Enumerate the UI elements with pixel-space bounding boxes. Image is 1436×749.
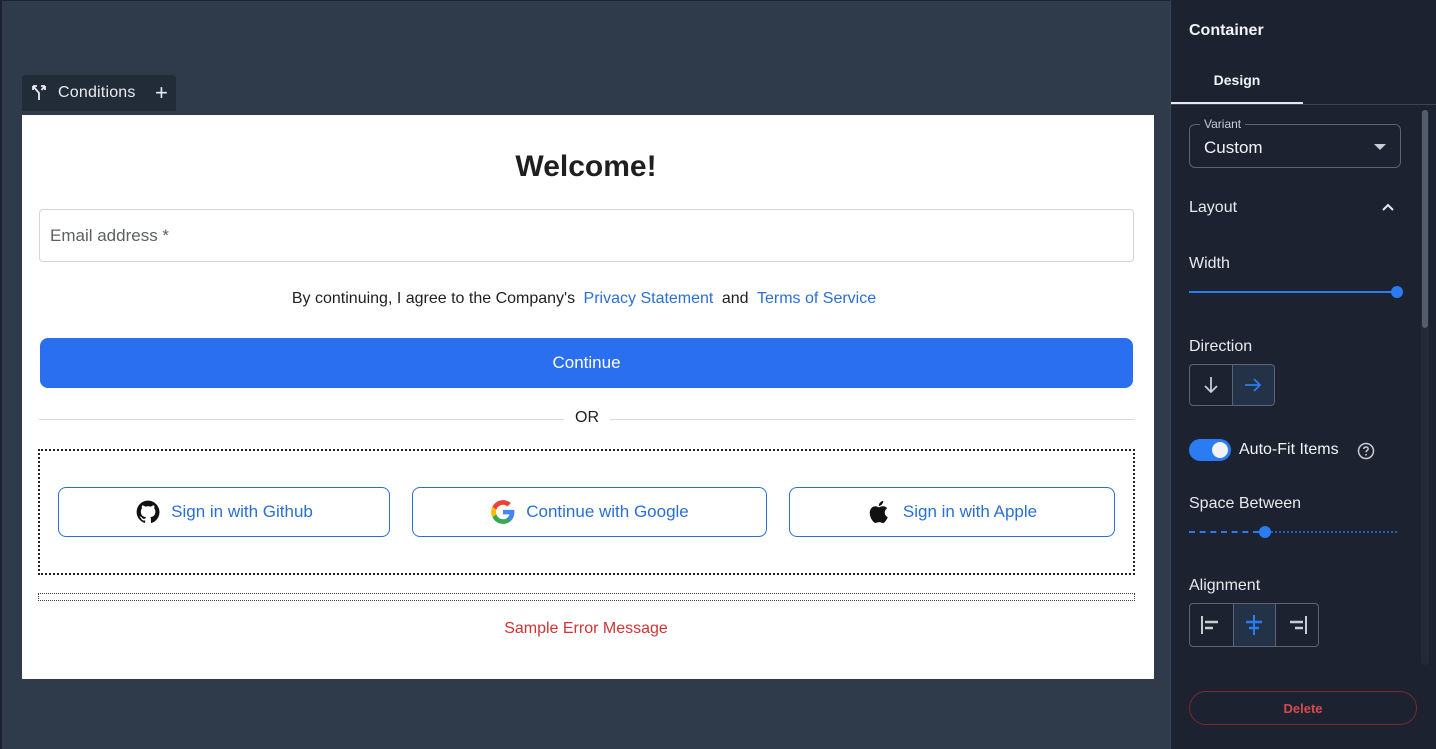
- arrow-right-icon: [1245, 378, 1262, 392]
- agreement-prefix: By continuing, I agree to the Company's: [291, 290, 576, 307]
- variant-value: Custom: [1204, 138, 1263, 157]
- variant-select[interactable]: Variant Custom: [1189, 117, 1401, 168]
- direction-vertical-button[interactable]: [1190, 365, 1232, 405]
- alignment-toggle-group: [1189, 603, 1319, 647]
- caret-down-icon: [1374, 144, 1386, 150]
- direction-toggle-group: [1189, 364, 1275, 406]
- conditions-tab[interactable]: Conditions +: [22, 75, 176, 111]
- variant-label: Variant: [1200, 117, 1246, 131]
- autofit-label: Auto-Fit Items: [1239, 441, 1339, 458]
- add-condition-icon[interactable]: +: [155, 82, 168, 104]
- agreement-text: By continuing, I agree to the Company's …: [0, 290, 1172, 308]
- divider-line-right: [610, 419, 1135, 420]
- space-between-label: Space Between: [1189, 495, 1302, 512]
- scrollbar-thumb[interactable]: [1422, 110, 1428, 328]
- email-field[interactable]: Email address *: [39, 209, 1134, 262]
- apple-icon: [869, 500, 888, 523]
- align-left-icon: [1201, 616, 1219, 634]
- chevron-up-icon[interactable]: [1381, 200, 1395, 214]
- align-right-icon: [1290, 616, 1308, 634]
- privacy-link[interactable]: Privacy Statement: [584, 290, 714, 307]
- layout-section-header[interactable]: Layout: [1189, 199, 1237, 217]
- width-label: Width: [1189, 255, 1230, 272]
- align-center-icon: [1246, 615, 1263, 635]
- google-icon: [491, 500, 515, 524]
- terms-link[interactable]: Terms of Service: [757, 290, 876, 307]
- continue-button[interactable]: Continue: [40, 338, 1133, 388]
- space-slider-knob[interactable]: [1259, 526, 1271, 538]
- align-start-button[interactable]: [1190, 604, 1233, 646]
- toggle-knob: [1212, 442, 1228, 458]
- autofit-toggle[interactable]: [1189, 439, 1231, 461]
- alignment-label: Alignment: [1189, 577, 1261, 594]
- align-end-button[interactable]: [1275, 604, 1318, 646]
- conditions-label: Conditions: [58, 84, 136, 101]
- align-center-button[interactable]: [1232, 604, 1276, 646]
- panel-title: Container: [1189, 22, 1264, 39]
- github-label: Sign in with Github: [171, 502, 313, 521]
- github-icon: [136, 500, 160, 523]
- tab-design-label: Design: [1213, 72, 1261, 88]
- delete-button[interactable]: Delete: [1189, 691, 1417, 725]
- divider-line-left: [39, 419, 564, 420]
- branch-icon: [32, 85, 46, 100]
- direction-horizontal-button[interactable]: [1231, 365, 1274, 405]
- width-slider-knob[interactable]: [1391, 286, 1403, 298]
- error-message: Sample Error Message: [504, 620, 668, 637]
- width-slider-track[interactable]: [1189, 291, 1395, 293]
- email-placeholder: Email address *: [50, 225, 170, 245]
- direction-label: Direction: [1189, 338, 1253, 355]
- space-slider-filled[interactable]: [1189, 531, 1259, 533]
- help-icon[interactable]: [1357, 442, 1375, 460]
- panel-scrollbar[interactable]: [1421, 110, 1429, 665]
- space-slider-rest[interactable]: [1271, 531, 1397, 533]
- page-title: Welcome!: [515, 150, 657, 183]
- apple-signin-button[interactable]: Sign in with Apple: [789, 487, 1115, 537]
- apple-label: Sign in with Apple: [902, 502, 1038, 521]
- google-label: Continue with Google: [526, 502, 689, 521]
- github-signin-button[interactable]: Sign in with Github: [58, 487, 390, 537]
- arrow-down-icon: [1204, 377, 1218, 394]
- google-signin-button[interactable]: Continue with Google: [412, 487, 767, 537]
- tab-underline: [1171, 104, 1436, 105]
- error-container[interactable]: [38, 593, 1135, 601]
- agreement-and: and: [721, 290, 749, 307]
- tab-design[interactable]: Design: [1171, 70, 1303, 104]
- properties-panel: Container Design Variant Custom Layout W…: [1170, 0, 1436, 749]
- divider-or: OR: [575, 409, 599, 426]
